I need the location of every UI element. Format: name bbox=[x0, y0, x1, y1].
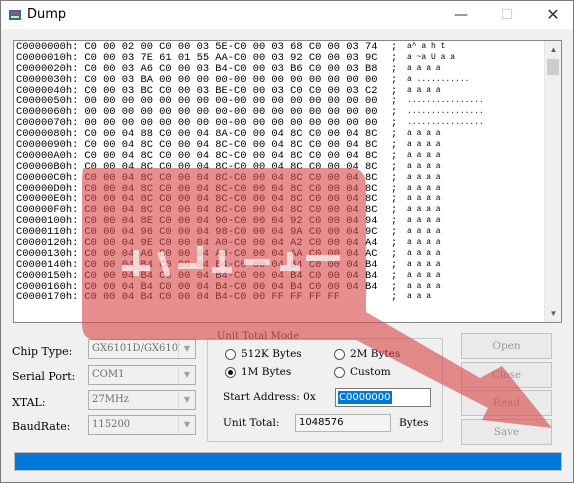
dump-row-ascii: a a a a bbox=[407, 259, 441, 269]
serial-port-label: Serial Port: bbox=[12, 370, 76, 383]
unit-total-mode-title: Unit Total Mode bbox=[215, 331, 302, 342]
read-button[interactable]: Read bbox=[461, 390, 552, 416]
dump-row-separator: ; bbox=[391, 73, 398, 86]
radio-2m[interactable] bbox=[334, 349, 345, 360]
radio-1m[interactable] bbox=[225, 367, 236, 378]
chip-type-select[interactable]: GX6101D/GX6101M ▼ bbox=[88, 339, 196, 359]
dump-row-separator: ; bbox=[391, 171, 398, 184]
dump-row-separator: ; bbox=[391, 291, 398, 304]
start-address-value: C0000000 bbox=[338, 391, 392, 404]
dump-row-hex: C0 00 04 B4 C0 00 04 B4-C0 00 FF FF FF F… bbox=[84, 291, 341, 304]
dump-row-ascii: ................ bbox=[407, 118, 484, 128]
maximize-button[interactable]: ☐ bbox=[489, 1, 525, 29]
dump-row-hex: C0 00 04 B4 C0 00 04 B4-C0 00 04 B4 C0 0… bbox=[84, 269, 378, 282]
scroll-thumb[interactable] bbox=[547, 59, 559, 75]
serial-port-select[interactable]: COM1 ▼ bbox=[88, 365, 196, 385]
baudrate-label: BaudRate: bbox=[12, 420, 71, 433]
dump-row-ascii: a a a a bbox=[407, 216, 441, 226]
dump-row-ascii: a a a a bbox=[407, 172, 441, 182]
dump-row-address: C0000170h: bbox=[16, 291, 79, 304]
dump-row-ascii: a a a a bbox=[407, 205, 441, 215]
dump-row-hex: C0 00 04 B4 C0 00 04 B4-C0 00 04 B4 C0 0… bbox=[84, 258, 378, 271]
window-title: Dump bbox=[27, 7, 67, 22]
baudrate-select[interactable]: 115200 ▼ bbox=[88, 415, 196, 435]
title-bar: Dump — ☐ ✕ bbox=[1, 1, 573, 29]
dump-row-ascii: a a a a bbox=[407, 85, 441, 95]
baudrate-value: 115200 bbox=[92, 419, 131, 430]
xtal-value: 27MHz bbox=[92, 394, 129, 405]
xtal-label: XTAL: bbox=[12, 396, 46, 409]
dump-row: C0000170h: C0 00 04 B4 C0 00 04 B4-C0 00 … bbox=[16, 291, 431, 304]
close-window-button[interactable]: ✕ bbox=[535, 1, 571, 29]
start-address-input[interactable]: C0000000 bbox=[335, 388, 431, 407]
dump-row-ascii: a a a bbox=[407, 292, 432, 302]
dump-row-ascii: a a a a bbox=[407, 194, 441, 204]
chip-type-value: GX6101D/GX6101M bbox=[92, 343, 180, 354]
dump-row-hex: C0 00 03 BA 00 00 00 00-00 00 00 00 00 0… bbox=[84, 73, 378, 86]
dump-row-ascii: a a a a bbox=[407, 227, 441, 237]
chevron-down-icon: ▼ bbox=[178, 391, 195, 409]
dump-row-ascii: a a a a bbox=[407, 270, 441, 280]
chevron-down-icon: ▼ bbox=[178, 416, 195, 434]
unit-total-field: 1048576 bbox=[295, 414, 391, 432]
dump-row-ascii: a a a a bbox=[407, 248, 441, 258]
dump-row-hex: C0 00 04 8C C0 00 04 8C-C0 00 04 8C C0 0… bbox=[84, 160, 378, 173]
hex-dump-view[interactable]: C0000000h: C0 00 02 00 C0 00 03 5E-C0 00 … bbox=[13, 40, 562, 323]
dump-row-ascii: a^ a h t bbox=[407, 42, 446, 51]
scroll-up-icon[interactable]: ▲ bbox=[545, 41, 561, 58]
dump-row-ascii: a ........... bbox=[407, 74, 470, 84]
app-icon bbox=[9, 10, 21, 20]
close-button[interactable]: Close bbox=[461, 362, 552, 388]
progress-bar bbox=[14, 452, 562, 471]
radio-512k[interactable] bbox=[225, 349, 236, 360]
dump-row-ascii: a a a a bbox=[407, 238, 441, 248]
dump-row-ascii: a a a a bbox=[407, 150, 441, 160]
minimize-button[interactable]: — bbox=[443, 1, 479, 29]
dump-row-hex: C0 00 03 A6 C0 00 03 B4-C0 00 03 B6 C0 0… bbox=[84, 62, 378, 75]
dump-row-ascii: a ~a U a a bbox=[407, 52, 456, 62]
serial-port-value: COM1 bbox=[92, 369, 125, 380]
dump-row-ascii: a a a a bbox=[407, 63, 441, 73]
radio-512k-label: 512K Bytes bbox=[241, 348, 302, 360]
dump-row-ascii: a a a a bbox=[407, 281, 441, 291]
dump-row-ascii: a a a a bbox=[407, 140, 441, 150]
radio-1m-label: 1M Bytes bbox=[241, 366, 292, 378]
save-button[interactable]: Save bbox=[461, 419, 552, 445]
dump-row-hex: C0 00 04 8C C0 00 04 8C-C0 00 04 8C C0 0… bbox=[84, 171, 378, 184]
start-address-label: Start Address: 0x bbox=[223, 391, 316, 403]
open-button[interactable]: Open bbox=[461, 333, 552, 359]
unit-total-value: 1048576 bbox=[299, 417, 344, 428]
radio-2m-label: 2M Bytes bbox=[350, 348, 401, 360]
scroll-down-icon[interactable]: ▼ bbox=[545, 305, 561, 322]
unit-total-label: Unit Total: bbox=[223, 417, 280, 429]
chip-type-label: Chip Type: bbox=[12, 345, 73, 358]
radio-custom-label: Custom bbox=[350, 366, 391, 378]
xtal-select[interactable]: 27MHz ▼ bbox=[88, 390, 196, 410]
dump-scrollbar[interactable]: ▲ ▼ bbox=[544, 41, 561, 322]
hex-dump-lines: C0000000h: C0 00 02 00 C0 00 03 5E-C0 00 … bbox=[16, 42, 484, 304]
dump-row-ascii: ................ bbox=[407, 96, 484, 106]
chevron-down-icon: ▼ bbox=[178, 366, 195, 384]
dump-window: Dump — ☐ ✕ C0000000h: C0 00 02 00 C0 00 0… bbox=[0, 0, 574, 483]
dump-row-ascii: ................ bbox=[407, 107, 484, 117]
dump-row-ascii: a a a a bbox=[407, 161, 441, 171]
radio-custom[interactable] bbox=[334, 367, 345, 378]
dump-row-ascii: a a a a bbox=[407, 129, 441, 139]
unit-total-suffix: Bytes bbox=[399, 417, 429, 429]
dump-row-separator: ; bbox=[391, 269, 398, 282]
chevron-down-icon: ▼ bbox=[178, 340, 195, 358]
dump-row-ascii: a a a a bbox=[407, 183, 441, 193]
